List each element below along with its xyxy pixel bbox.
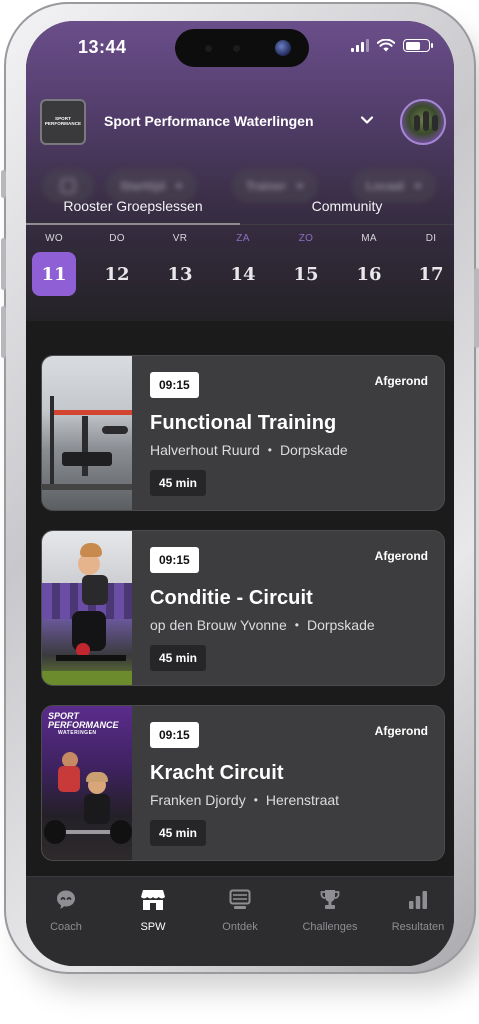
class-status: Afgerond [374,724,428,738]
volume-up-button [1,238,6,290]
day-wo-11[interactable]: WO 11 [30,227,78,296]
nav-label: Ontdek [222,921,258,933]
class-time-badge: 09:15 [150,547,199,573]
bar-chart-icon [409,891,427,909]
schedule-tabs: Rooster Groepslessen Community [26,187,454,225]
class-trainer: Franken Djordy [150,792,246,808]
nav-ontdek[interactable]: Ontdek [200,887,280,933]
class-trainer: op den Brouw Yvonne [150,617,287,633]
battery-icon [403,39,433,52]
day-number: 14 [230,263,256,285]
day-vr-13[interactable]: VR 13 [156,227,204,296]
nav-label: SPW [140,921,166,933]
class-time-badge: 09:15 [150,372,199,398]
day-zo-15[interactable]: ZO 15 [282,227,330,296]
day-ma-16[interactable]: MA 16 [345,227,393,296]
nav-resultaten[interactable]: Resultaten [378,887,454,933]
tab-divider [240,224,454,225]
day-number: 11 [32,252,76,296]
day-di-17[interactable]: DI 17 [407,227,454,296]
club-selector-row: SPORT PERFORMANCE Sport Performance Wate… [40,99,446,145]
class-card-conditie-circuit[interactable]: 09:15 Afgerond Conditie - Circuit op den… [41,530,445,686]
class-meta: Halverhout Ruurd • Dorpskade [150,442,348,458]
day-name: WO [45,233,63,244]
nav-challenges[interactable]: Challenges [290,887,370,933]
island-sensor [233,45,240,52]
meta-separator: • [253,793,258,807]
action-button [1,170,6,198]
class-image [42,531,132,685]
club-name[interactable]: Sport Performance Waterlingen [104,113,314,129]
class-title: Kracht Circuit [150,762,284,784]
power-button [474,268,479,348]
class-image: SPORT PERFORMANCE WATERINGEN [42,706,132,860]
class-location: Dorpskade [306,617,375,633]
class-location: Dorpskade [279,442,348,458]
island-sensor [205,45,212,52]
front-camera [275,40,291,56]
day-number: 17 [418,263,444,285]
trophy-icon [320,890,340,909]
day-number: 16 [356,263,382,285]
class-card-kracht-circuit[interactable]: SPORT PERFORMANCE WATERINGEN 09:15 Afger… [41,705,445,861]
tab-rooster-groepslessen[interactable]: Rooster Groepslessen [26,187,240,225]
gym-brand-watermark: SPORT PERFORMANCE WATERINGEN [48,711,132,736]
day-name: ZA [236,233,250,244]
club-logo-text: SPORT PERFORMANCE [44,116,82,126]
store-icon [141,890,165,910]
class-status: Afgerond [374,374,428,388]
class-trainer: Halverhout Ruurd [150,442,260,458]
profile-avatar[interactable] [400,99,446,145]
day-name: DO [109,233,125,244]
coach-icon [57,890,75,909]
nav-label: Coach [50,921,82,933]
day-name: MA [361,233,377,244]
nav-label: Resultaten [391,921,445,933]
bottom-navigation: Coach SPW Ontdek Challenges Resultaten [26,876,454,966]
class-title: Conditie - Circuit [150,587,313,609]
class-meta: Franken Djordy • Herenstraat [150,792,339,808]
dynamic-island [175,29,309,67]
status-bar: 13:44 [26,21,454,77]
day-name: VR [172,233,188,244]
wifi-icon [377,39,395,52]
cellular-signal-icon [351,39,369,52]
nav-coach[interactable]: Coach [26,887,106,933]
class-duration-badge: 45 min [150,820,207,846]
gym-brand-subtext: WATERINGEN [58,729,97,736]
day-name: ZO [298,233,314,244]
class-card-functional-training[interactable]: 09:15 Afgerond Functional Training Halve… [41,355,445,511]
day-name: DI [425,233,437,244]
class-duration-badge: 45 min [150,645,207,671]
class-time-badge: 09:15 [150,722,199,748]
active-tab-indicator [26,223,240,225]
volume-down-button [1,306,6,358]
nav-label: Challenges [302,921,358,933]
class-meta: op den Brouw Yvonne • Dorpskade [150,617,375,633]
club-logo[interactable]: SPORT PERFORMANCE [40,99,86,145]
status-icons [351,39,433,52]
app-screen: 13:44 SPORT PERFORMANCE Sport Performanc… [26,21,454,966]
day-number: 12 [104,263,130,285]
nav-spw[interactable]: SPW [113,887,193,933]
gym-brand-text: SPORT PERFORMANCE [48,711,119,731]
chevron-down-icon[interactable] [358,111,376,129]
class-title: Functional Training [150,412,337,434]
class-duration-badge: 45 min [150,470,207,496]
day-number: 15 [293,263,319,285]
tab-community[interactable]: Community [240,187,454,225]
status-time: 13:44 [78,37,127,57]
meta-separator: • [294,618,299,632]
monitor-icon [229,889,251,909]
day-number: 13 [167,263,193,285]
class-location: Herenstraat [265,792,340,808]
meta-separator: • [267,443,272,457]
day-za-14[interactable]: ZA 14 [219,227,267,296]
class-status: Afgerond [374,549,428,563]
class-image [42,356,132,510]
day-do-12[interactable]: DO 12 [93,227,141,296]
week-date-picker: WO 11 DO 12 VR 13 ZA 14 ZO 15 MA 16 DI 1… [26,227,454,321]
